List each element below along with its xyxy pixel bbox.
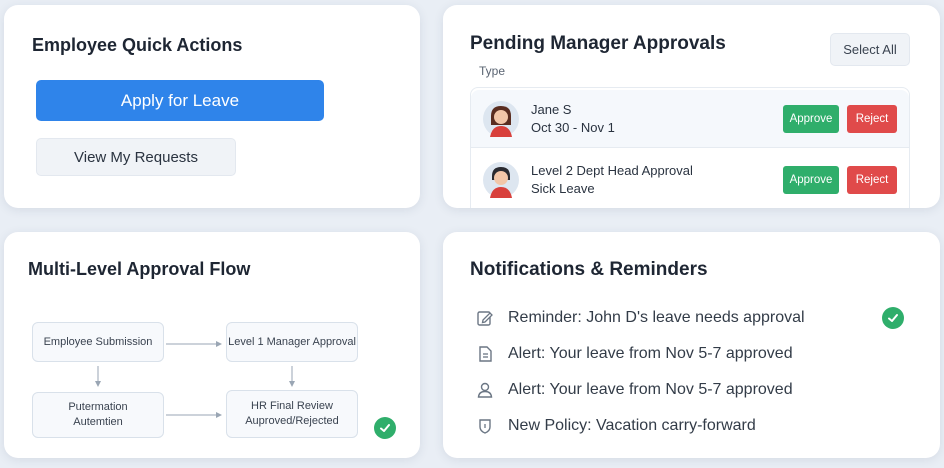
flow-step-sublabel: Autemtien [73,416,123,428]
approval-level: Level 2 Dept Head Approval [531,163,693,178]
approval-list: Jane S Oct 30 - Nov 1 Approve Reject Lev… [470,87,910,208]
flow-step-label: Putermation [68,401,128,413]
flow-step-manager-approval: Level 1 Manager Approval [226,322,358,362]
leave-type: Sick Leave [531,181,595,196]
type-column-header: Type [479,64,506,78]
flow-step-sublabel: Auproved/Rejected [245,415,339,427]
apply-for-leave-button[interactable]: Apply for Leave [36,80,324,121]
approval-row-text: Level 2 Dept Head Approval Sick Leave [531,162,693,198]
approval-row: Level 2 Dept Head Approval Sick Leave Ap… [471,151,909,208]
approval-flow-card: Multi-Level Approval Flow Employee Submi… [4,232,420,458]
notification-text: Reminder: John D's leave needs approval [508,309,805,326]
flow-step-automation: Putermation Autemtien [32,392,164,438]
approve-button[interactable]: Approve [783,166,839,194]
request-dates: Oct 30 - Nov 1 [531,119,615,135]
notification-text: New Policy: Vacation carry-forward [508,417,756,434]
document-icon [479,346,492,362]
notification-item[interactable]: New Policy: Vacation carry-forward [476,415,756,437]
shield-icon [479,419,491,434]
reject-button[interactable]: Reject [847,104,897,133]
approval-row: Jane S Oct 30 - Nov 1 Approve Reject [471,90,909,148]
flow-step-label: Level 1 Manager Approval [228,335,356,348]
flow-step-employee-submission: Employee Submission [32,322,164,362]
notifications-card: Notifications & Reminders Reminder: John… [443,232,940,458]
select-all-button[interactable]: Select All [830,33,910,66]
edit-icon [477,311,493,326]
notification-item[interactable]: Reminder: John D's leave needs approval [476,307,805,329]
approval-row-text: Jane S Oct 30 - Nov 1 [531,101,615,137]
approval-flow-title: Multi-Level Approval Flow [28,259,251,279]
view-my-requests-button[interactable]: View My Requests [36,138,236,176]
avatar [483,162,519,198]
notification-text: Alert: Your leave from Nov 5-7 approved [508,345,793,362]
notification-item[interactable]: Alert: Your leave from Nov 5-7 approved [476,343,793,365]
reject-button[interactable]: Reject [847,166,897,194]
user-icon [477,382,493,398]
requester-name: Jane S [531,101,572,117]
flow-step-hr-review: HR Final Review Auproved/Rejected [226,390,358,438]
notification-text: Alert: Your leave from Nov 5-7 approved [508,381,793,398]
flow-step-label: HR Final Review [251,400,333,412]
pending-approvals-title: Pending Manager Approvals [470,33,726,54]
approve-button[interactable]: Approve [783,104,839,133]
quick-actions-title: Employee Quick Actions [32,35,243,55]
quick-actions-card: Employee Quick Actions Apply for Leave V… [4,5,420,208]
notification-item[interactable]: Alert: Your leave from Nov 5-7 approved [476,379,793,401]
notifications-title: Notifications & Reminders [470,259,708,280]
pending-approvals-card: Pending Manager Approvals Select All Typ… [443,5,940,208]
check-icon [882,307,904,329]
check-icon [374,417,396,439]
flow-step-label: Employee Submission [43,335,153,348]
avatar [483,100,519,137]
